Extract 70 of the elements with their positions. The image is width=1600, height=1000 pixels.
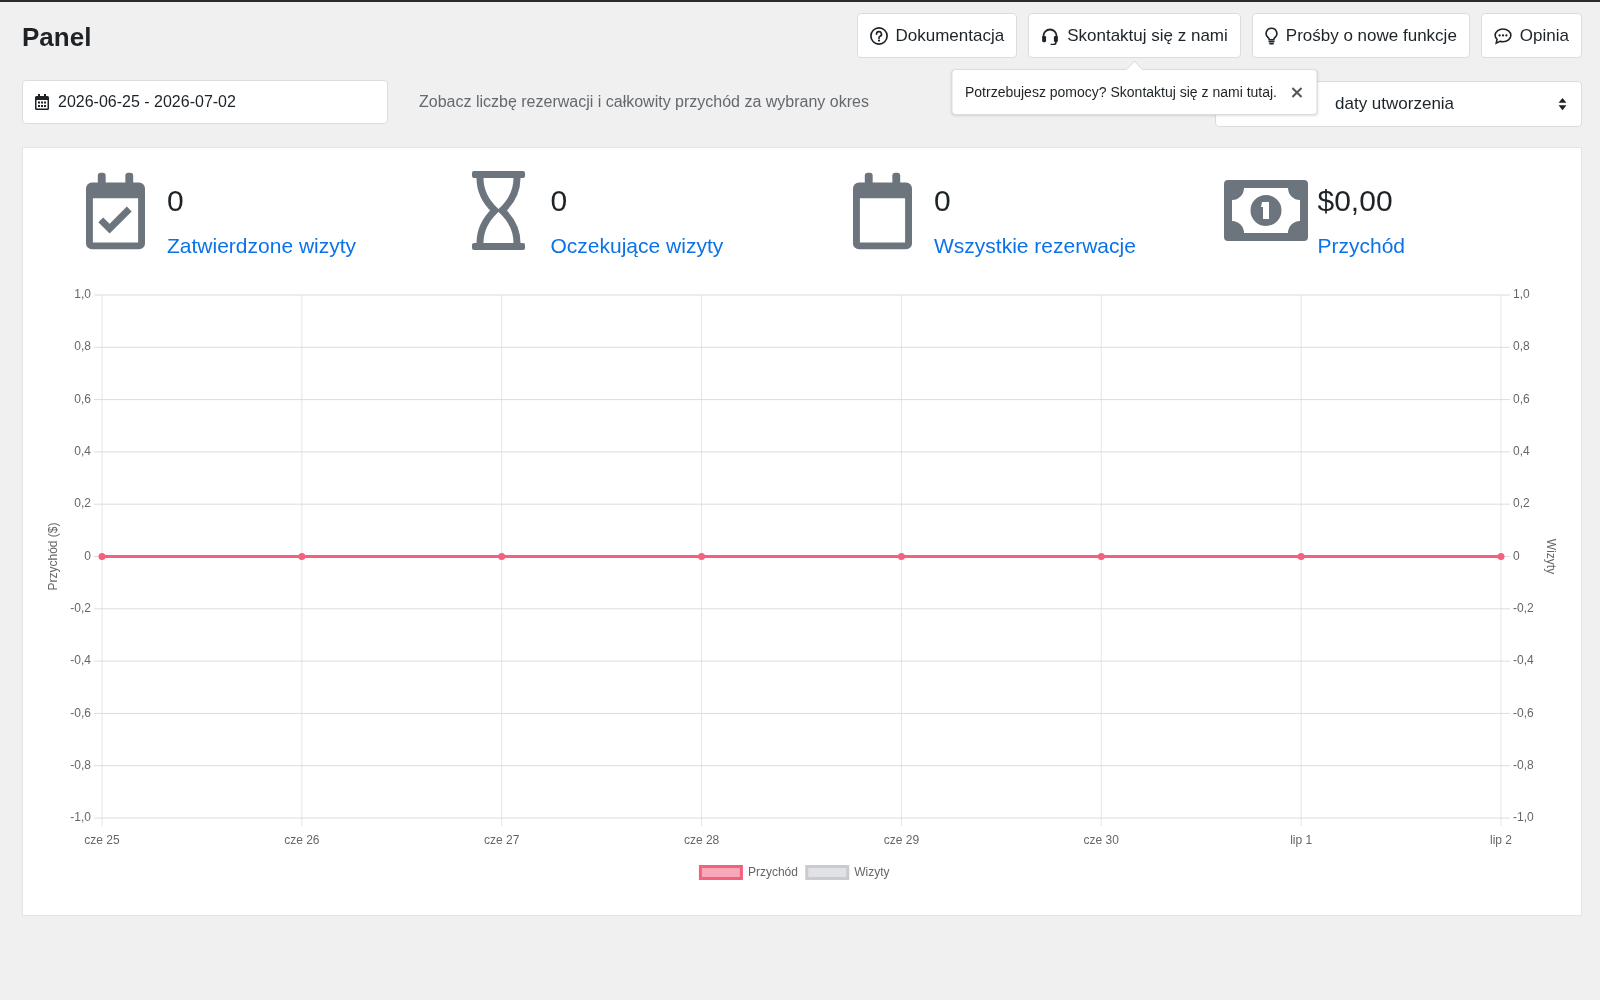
axis-tick-label: cze 26 (284, 833, 320, 848)
legend-swatch-icon (698, 865, 743, 880)
axis-tick-label: cze 25 (84, 833, 120, 848)
stat-value: $0,00 (1317, 183, 1393, 219)
axis-tick-label: cze 27 (484, 833, 520, 848)
stat-link[interactable]: Przychód (1317, 232, 1406, 260)
headset-icon (1041, 26, 1060, 45)
sort-arrows-icon (1558, 97, 1567, 111)
data-point-icon (1297, 553, 1305, 560)
header-button[interactable]: Skontaktuj się z nami (1028, 13, 1241, 58)
axis-tick-label: 1,0 (74, 287, 91, 302)
axis-tick-label: 0 (84, 548, 91, 563)
axis-tick-label: 0,2 (74, 496, 91, 511)
axis-tick-label: 0 (1513, 548, 1520, 563)
lightbulb-icon (1264, 26, 1278, 45)
axis-tick-label: -0,4 (1513, 653, 1534, 668)
calendar-icon (35, 94, 49, 110)
axis-tick-label: -1,0 (1513, 810, 1534, 825)
axis-tick-label: -0,6 (1513, 705, 1534, 720)
axis-tick-label: -0,2 (70, 600, 91, 615)
close-icon[interactable] (1291, 86, 1302, 98)
page-title: Panel (22, 21, 92, 53)
data-point-icon (1497, 553, 1505, 560)
axis-tick-label: cze 28 (683, 833, 720, 848)
axis-title: Przychód ($) (46, 522, 61, 591)
axis-tick-label: 0,4 (74, 444, 91, 459)
axis-tick-label: 0,6 (74, 391, 91, 406)
banknote-icon (1223, 180, 1308, 241)
header-button[interactable]: Opinia (1480, 13, 1582, 58)
data-point-icon (897, 553, 905, 560)
stat-link[interactable]: Wszystkie rezerwacje (934, 232, 1136, 260)
hourglass-icon (472, 171, 525, 250)
data-point-icon (1097, 553, 1105, 560)
data-point-icon (98, 553, 106, 560)
speech-bubble-icon (1493, 26, 1512, 45)
axis-tick-label: 0,4 (1513, 444, 1530, 459)
description-text: Zobacz liczbę rezerwacji i całkowity przychód za wybrany okres (419, 92, 869, 112)
legend-label[interactable]: Wizyty (854, 865, 890, 880)
legend-label[interactable]: Przychód (747, 865, 798, 880)
stat-value: 0 (167, 183, 184, 219)
axis-tick-label: 0,8 (74, 339, 91, 354)
axis-tick-label: cze 29 (883, 833, 920, 848)
axis-tick-label: cze 30 (1083, 833, 1119, 848)
axis-tick-label: -0,2 (1513, 600, 1534, 615)
axis-tick-label: lip 1 (1290, 833, 1313, 848)
header-button[interactable]: Prośby o nowe funkcje (1251, 13, 1470, 58)
axis-tick-label: 0,6 (1513, 391, 1530, 406)
calendar-check-icon (85, 171, 145, 250)
header-button[interactable]: Dokumentacja (856, 13, 1018, 58)
axis-tick-label: -0,8 (70, 757, 91, 772)
axis-tick-label: 1,0 (1513, 287, 1530, 302)
stat-link[interactable]: Zatwierdzone wizyty (167, 232, 357, 260)
axis-tick-label: -0,8 (1513, 757, 1534, 772)
data-point-icon (298, 553, 306, 560)
calendar-icon (852, 171, 912, 250)
data-point-icon (498, 553, 506, 560)
axis-tick-label: 0,8 (1513, 339, 1530, 354)
axis-tick-label: -1,0 (70, 810, 91, 825)
axis-tick-label: -0,6 (70, 705, 91, 720)
axis-tick-label: -0,4 (70, 653, 91, 668)
stat-value: 0 (550, 183, 568, 219)
question-circle-icon (869, 26, 888, 45)
stat-link[interactable]: Oczekujące wizyty (550, 232, 724, 260)
data-point-icon (698, 553, 706, 560)
date-range-field[interactable]: 2026-06-25 - 2026-07-02 (22, 80, 388, 124)
axis-tick-label: lip 2 (1490, 833, 1512, 848)
axis-tick-label: 0,2 (1513, 496, 1530, 511)
axis-title: Wizyty (1543, 538, 1558, 575)
stat-value: 0 (934, 183, 951, 219)
legend-swatch-icon (805, 865, 850, 880)
